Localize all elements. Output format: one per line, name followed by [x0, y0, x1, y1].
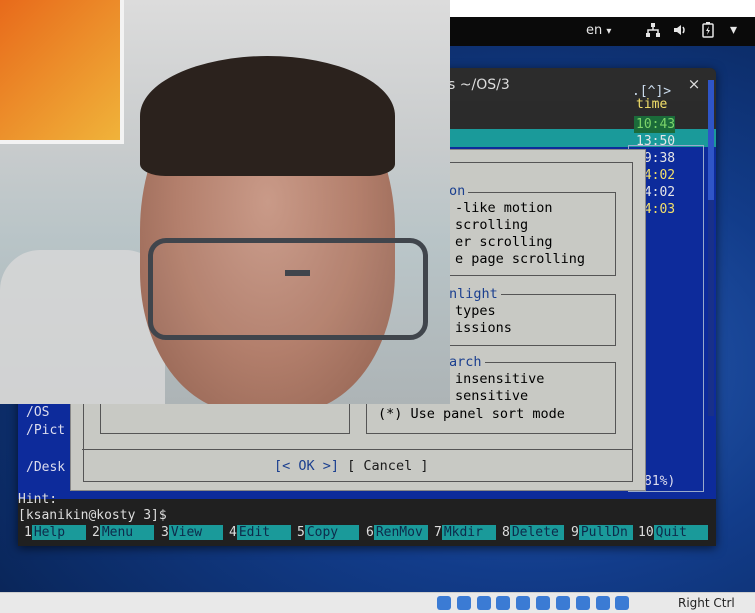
function-key-bar: 1 Help 2 Menu 3 View 4 Edit 5 Copy 6 RenMov 7M… — [18, 525, 716, 543]
network-icon[interactable] — [645, 22, 663, 40]
panel-percent: 81%) — [644, 474, 676, 489]
fkey-quit[interactable]: 10 Quit — [638, 525, 708, 543]
fkey-number: 3 — [161, 525, 169, 540]
audio-icon[interactable] — [456, 595, 471, 610]
dialog-buttons: [< OK >] [ Cancel ] — [274, 458, 428, 474]
fkey-edit[interactable]: 4 Edit — [229, 525, 291, 543]
keyboard-icon[interactable] — [615, 595, 630, 610]
battery-icon[interactable] — [702, 22, 720, 40]
fkey-number: 6 — [366, 525, 374, 540]
list-item[interactable]: /Desk — [26, 459, 65, 477]
close-icon[interactable]: × — [684, 74, 704, 94]
cancel-button[interactable]: [ Cancel ] — [347, 458, 428, 474]
menu-caret-icon[interactable]: ▾ — [730, 22, 748, 40]
option-checkbox[interactable]: e page scrolling — [455, 251, 585, 267]
left-panel-items: /OS /Pict /Desk — [26, 404, 65, 477]
webcam-overlay — [0, 0, 450, 404]
list-item[interactable]: /Pict — [26, 422, 65, 440]
fkey-label: Edit — [236, 525, 291, 540]
host-window-top-strip — [450, 0, 755, 17]
fkey-label: Quit — [653, 525, 708, 540]
option-checkbox[interactable]: -like motion — [455, 200, 553, 216]
fkey-label: Help — [31, 525, 86, 540]
network-adapter-icon[interactable] — [476, 595, 491, 610]
glasses-frame — [148, 238, 428, 340]
dialog-separator — [82, 449, 632, 450]
group-title: nlight — [446, 286, 501, 302]
option-checkbox[interactable]: types — [455, 303, 496, 319]
fkey-number: 2 — [92, 525, 100, 540]
fkey-label: Delete — [509, 525, 564, 540]
fkey-delete[interactable]: 8 Delete — [502, 525, 564, 543]
fkey-label: RenMov — [373, 525, 428, 540]
display-icon[interactable] — [536, 595, 551, 610]
fkey-menu[interactable]: 2 Menu — [92, 525, 154, 543]
fkey-number: 5 — [297, 525, 305, 540]
option-radio[interactable]: (*) Use panel sort mode — [378, 406, 565, 422]
volume-icon[interactable] — [672, 22, 690, 40]
capture-icon[interactable] — [555, 595, 570, 610]
fkey-number: 8 — [502, 525, 510, 540]
time-cell[interactable]: 13:50 — [634, 133, 675, 150]
time-cell[interactable]: 10:43 — [634, 116, 676, 133]
fkey-number: 10 — [638, 525, 654, 540]
shared-folder-icon[interactable] — [516, 595, 531, 610]
terminal-title: s ~/OS/3 — [448, 77, 510, 93]
option-checkbox[interactable]: scrolling — [455, 217, 528, 233]
scroll-thumb[interactable] — [708, 80, 714, 200]
fkey-mkdir[interactable]: 7 Mkdir — [434, 525, 496, 543]
fkey-number: 1 — [24, 525, 32, 540]
group-title: arch — [446, 354, 485, 370]
fkey-number: 9 — [571, 525, 579, 540]
fkey-label: PullDn — [578, 525, 633, 540]
panel-column-time[interactable]: time — [636, 97, 667, 112]
mouse-integration-icon[interactable] — [595, 595, 610, 610]
option-radio[interactable]: sensitive — [455, 388, 528, 404]
option-radio[interactable]: insensitive — [455, 371, 544, 387]
fkey-pulldn[interactable]: 9 PullDn — [571, 525, 633, 543]
fkey-label: View — [168, 525, 223, 540]
chevron-down-icon: ▾ — [606, 26, 612, 37]
fkey-label: Menu — [99, 525, 154, 540]
hint-label: Hint: — [18, 492, 58, 507]
glasses-bridge — [285, 270, 310, 276]
fkey-view[interactable]: 3 View — [161, 525, 223, 543]
option-checkbox[interactable]: issions — [455, 320, 512, 336]
poster-image — [0, 0, 124, 144]
list-item[interactable]: /OS — [26, 404, 65, 422]
fkey-label: Mkdir — [441, 525, 496, 540]
fkey-help[interactable]: 1 Help — [24, 525, 86, 543]
language-label: en — [586, 23, 603, 38]
option-checkbox[interactable]: er scrolling — [455, 234, 553, 250]
person-hair — [140, 56, 395, 176]
vm-status-icons — [437, 595, 631, 611]
fkey-number: 4 — [229, 525, 237, 540]
optical-drive-icon[interactable] — [437, 595, 451, 610]
shell-prompt[interactable]: [ksanikin@kosty 3]$ — [18, 508, 167, 523]
terminal-scrollbar[interactable] — [708, 80, 714, 416]
host-key-label: Right Ctrl — [678, 596, 735, 610]
fkey-number: 7 — [434, 525, 442, 540]
fkey-renmov[interactable]: 6 RenMov — [366, 525, 428, 543]
language-indicator[interactable]: en ▾ — [586, 23, 611, 38]
fkey-copy[interactable]: 5 Copy — [297, 525, 359, 543]
cpu-icon[interactable] — [575, 595, 590, 610]
usb-icon[interactable] — [496, 595, 511, 610]
vm-status-bar: Right Ctrl — [0, 592, 755, 613]
fkey-label: Copy — [304, 525, 359, 540]
ok-button[interactable]: [< OK >] — [274, 458, 339, 474]
